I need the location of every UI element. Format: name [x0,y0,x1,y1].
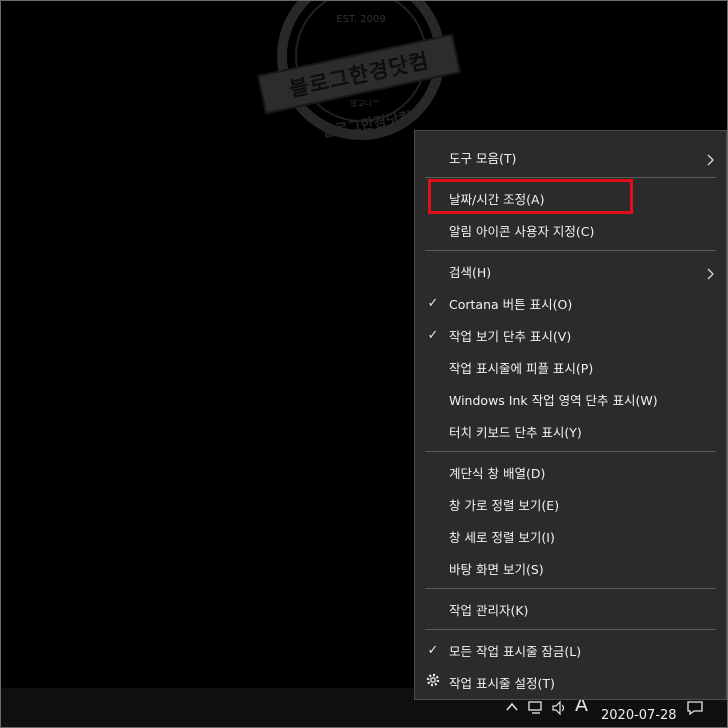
menu-item-side-by-side[interactable]: 창 세로 정렬 보기(I) [415,520,726,552]
taskbar-date[interactable]: 2020-07-28 [601,708,677,723]
menu-item-label: 모든 작업 표시줄 잠금(L) [449,643,582,659]
stamp-small-text: 알고니™ [349,99,381,108]
stamp-est-text: EST. 2009 [336,14,386,25]
menu-item-label: 알림 아이콘 사용자 지정(C) [449,223,595,239]
menu-item-label: 계단식 창 배열(D) [449,465,546,481]
chevron-right-icon [704,265,716,280]
highlight-box [428,179,633,214]
menu-item-show-task-view[interactable]: ✓ 작업 보기 단추 표시(V) [415,319,726,351]
menu-item-search[interactable]: 검색(H) [415,255,726,287]
menu-item-cascade[interactable]: 계단식 창 배열(D) [415,456,726,488]
menu-item-show-touch-keyboard[interactable]: 터치 키보드 단추 표시(Y) [415,415,726,447]
menu-separator [425,177,716,178]
menu-item-show-ink[interactable]: Windows Ink 작업 영역 단추 표시(W) [415,383,726,415]
gear-icon [425,673,441,691]
menu-item-label: 작업 표시줄 설정(T) [449,675,555,691]
check-icon: ✓ [427,642,439,658]
menu-item-task-manager[interactable]: 작업 관리자(K) [415,593,726,625]
menu-item-label: 창 가로 정렬 보기(E) [449,497,560,513]
notification-icon[interactable] [686,700,704,719]
menu-item-show-cortana[interactable]: ✓ Cortana 버튼 표시(O) [415,287,726,319]
menu-item-show-desktop[interactable]: 바탕 화면 보기(S) [415,552,726,584]
menu-separator [425,250,716,251]
menu-item-label: 도구 모음(T) [449,150,517,166]
menu-item-label: 작업 보기 단추 표시(V) [449,328,572,344]
menu-item-label: 터치 키보드 단추 표시(Y) [449,424,582,440]
menu-item-label: 바탕 화면 보기(S) [449,561,544,577]
menu-item-toolbars[interactable]: 도구 모음(T) [415,141,726,173]
menu-item-label: 창 세로 정렬 보기(I) [449,529,555,545]
menu-separator [425,588,716,589]
menu-item-show-people[interactable]: 작업 표시줄에 피플 표시(P) [415,351,726,383]
menu-item-stacked[interactable]: 창 가로 정렬 보기(E) [415,488,726,520]
menu-item-lock-taskbars[interactable]: ✓ 모든 작업 표시줄 잠금(L) [415,634,726,666]
menu-separator [425,451,716,452]
menu-item-label: Windows Ink 작업 영역 단추 표시(W) [449,392,658,408]
network-icon[interactable] [527,700,545,719]
check-icon: ✓ [427,295,439,311]
chevron-right-icon [704,151,716,166]
menu-item-label: Cortana 버튼 표시(O) [449,296,573,312]
taskbar-context-menu: 도구 모음(T) 날짜/시간 조정(A) 알림 아이콘 사용자 지정(C) 검색… [414,130,727,700]
menu-item-label: 검색(H) [449,264,492,280]
menu-item-label: 작업 표시줄에 피플 표시(P) [449,360,594,376]
menu-item-label: 작업 관리자(K) [449,602,529,618]
speaker-icon[interactable] [551,700,569,719]
menu-item-taskbar-settings[interactable]: 작업 표시줄 설정(T) [415,666,726,698]
menu-separator [425,629,716,630]
menu-item-customize-notification-icons[interactable]: 알림 아이콘 사용자 지정(C) [415,214,726,246]
chevron-up-icon[interactable] [505,700,519,717]
check-icon: ✓ [427,327,439,343]
